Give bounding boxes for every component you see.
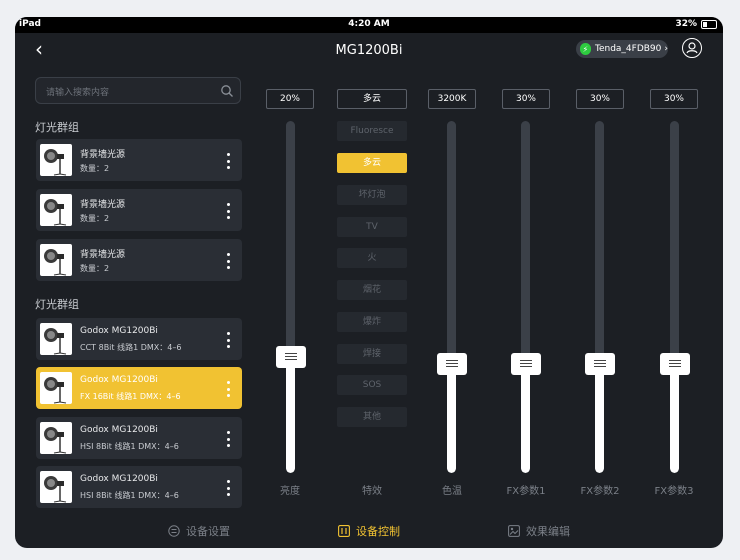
more-options-icon[interactable] bbox=[226, 153, 230, 169]
effect-option-explosion[interactable]: 爆炸 bbox=[337, 312, 407, 332]
item-name: Godox MG1200Bi bbox=[80, 425, 158, 435]
battery-percent: 32% bbox=[675, 19, 697, 29]
effect-label: 特效 bbox=[362, 486, 382, 497]
item-count: 数量：2 bbox=[80, 214, 110, 223]
item-details: HSI 8Bit 线路1 DMX：4–6 bbox=[80, 442, 179, 451]
effect-option-welding[interactable]: 焊接 bbox=[337, 344, 407, 364]
item-count: 数量：2 bbox=[80, 264, 110, 273]
user-icon[interactable] bbox=[682, 38, 702, 58]
wifi-name: Tenda_4FDB90 bbox=[594, 44, 662, 54]
color-temp-value[interactable]: 3200K bbox=[428, 89, 476, 109]
effect-value[interactable]: 多云 bbox=[337, 89, 407, 109]
color-temp-slider-handle[interactable] bbox=[437, 352, 467, 375]
fx-param1-slider-track[interactable] bbox=[521, 121, 530, 473]
fx-param1-slider-fill bbox=[521, 363, 530, 473]
fx-param2-label: FX参数2 bbox=[580, 486, 620, 497]
item-name: Godox MG1200Bi bbox=[80, 474, 158, 484]
light-thumbnail bbox=[40, 323, 72, 355]
group-title: 灯光群组 bbox=[35, 298, 79, 311]
list-item[interactable]: Godox MG1200Bi HSI 8Bit 线路1 DMX：4–6 bbox=[36, 417, 242, 459]
battery-icon bbox=[701, 19, 717, 29]
effect-option-sos[interactable]: SOS bbox=[337, 375, 407, 395]
more-options-icon[interactable] bbox=[226, 431, 230, 447]
bottom-tab-bar: 设备设置 设备控制 效果编辑 bbox=[15, 517, 723, 548]
more-options-icon[interactable] bbox=[226, 480, 230, 496]
fx-param3-label: FX参数3 bbox=[654, 486, 694, 497]
fx-param2-slider-handle[interactable] bbox=[585, 352, 615, 375]
effect-option-fluorescent[interactable]: Fluoresce bbox=[337, 121, 407, 141]
status-bar: iPad 4:20 AM 32% bbox=[15, 17, 723, 33]
wifi-status-icon: ⚡ bbox=[580, 43, 591, 55]
clock: 4:20 AM bbox=[348, 19, 390, 29]
settings-circle-icon bbox=[168, 525, 180, 537]
list-item[interactable]: 背景墙光源 数量：2 bbox=[36, 139, 242, 181]
item-details: HSI 8Bit 线路1 DMX：4–6 bbox=[80, 491, 179, 500]
item-count: 数量：2 bbox=[80, 164, 110, 173]
search-input[interactable]: 请输入搜索内容 bbox=[35, 77, 241, 104]
tab-device-settings[interactable]: 设备设置 bbox=[168, 523, 230, 539]
effect-option-tv[interactable]: TV bbox=[337, 217, 407, 237]
item-details: FX 16Bit 线路1 DMX：4–6 bbox=[80, 392, 181, 401]
list-item[interactable]: 背景墙光源 数量：2 bbox=[36, 189, 242, 231]
item-name: 背景墙光源 bbox=[80, 250, 126, 260]
chevron-right-icon: › bbox=[664, 44, 668, 54]
fx-param1-slider-handle[interactable] bbox=[511, 352, 541, 375]
more-options-icon[interactable] bbox=[226, 332, 230, 348]
light-thumbnail bbox=[40, 194, 72, 226]
fx-param3-slider-fill bbox=[670, 363, 679, 473]
light-thumbnail bbox=[40, 144, 72, 176]
effect-option-cloudy[interactable]: 多云 bbox=[337, 153, 407, 173]
fx-param3-slider-handle[interactable] bbox=[660, 352, 690, 375]
tab-effect-edit[interactable]: 效果编辑 bbox=[508, 523, 570, 539]
effect-option-broken-bulb[interactable]: 坏灯泡 bbox=[337, 185, 407, 205]
battery-status: 32% bbox=[675, 19, 717, 29]
brightness-label: 亮度 bbox=[280, 486, 300, 497]
search-placeholder: 请输入搜索内容 bbox=[46, 88, 110, 98]
effect-option-other[interactable]: 其他 bbox=[337, 407, 407, 427]
color-temp-slider-fill bbox=[447, 363, 456, 473]
app-window: iPad 4:20 AM 32% ‹ MG1200Bi ⚡ Tenda_4FDB… bbox=[15, 17, 723, 548]
fx-param3-value[interactable]: 30% bbox=[650, 89, 698, 109]
tab-label: 设备控制 bbox=[356, 525, 400, 538]
color-temp-slider-track[interactable] bbox=[447, 121, 456, 473]
brightness-slider-fill bbox=[286, 356, 295, 473]
image-edit-icon bbox=[508, 525, 520, 537]
brightness-slider-track[interactable] bbox=[286, 121, 295, 473]
brightness-slider-handle[interactable] bbox=[276, 345, 306, 368]
more-options-icon[interactable] bbox=[226, 203, 230, 219]
effect-option-fire[interactable]: 火 bbox=[337, 248, 407, 268]
fx-param2-slider-track[interactable] bbox=[595, 121, 604, 473]
nav-header: ‹ MG1200Bi ⚡ Tenda_4FDB90 › bbox=[15, 33, 723, 67]
tab-label: 效果编辑 bbox=[526, 525, 570, 538]
color-temp-label: 色温 bbox=[442, 486, 462, 497]
control-panel-icon bbox=[338, 525, 350, 537]
tab-device-control[interactable]: 设备控制 bbox=[338, 523, 400, 539]
fx-param2-value[interactable]: 30% bbox=[576, 89, 624, 109]
search-icon[interactable] bbox=[220, 84, 234, 98]
brightness-value[interactable]: 20% bbox=[266, 89, 314, 109]
list-item-selected[interactable]: Godox MG1200Bi FX 16Bit 线路1 DMX：4–6 bbox=[36, 367, 242, 409]
light-thumbnail bbox=[40, 372, 72, 404]
light-thumbnail bbox=[40, 244, 72, 276]
fx-param2-slider-fill bbox=[595, 363, 604, 473]
item-name: 背景墙光源 bbox=[80, 200, 126, 210]
list-item[interactable]: Godox MG1200Bi CCT 8Bit 线路1 DMX：4–6 bbox=[36, 318, 242, 360]
more-options-icon[interactable] bbox=[226, 381, 230, 397]
effect-option-fireworks[interactable]: 烟花 bbox=[337, 280, 407, 300]
fx-param1-value[interactable]: 30% bbox=[502, 89, 550, 109]
light-thumbnail bbox=[40, 471, 72, 503]
tab-label: 设备设置 bbox=[186, 525, 230, 538]
light-thumbnail bbox=[40, 422, 72, 454]
more-options-icon[interactable] bbox=[226, 253, 230, 269]
fx-param3-slider-track[interactable] bbox=[670, 121, 679, 473]
group-title: 灯光群组 bbox=[35, 121, 79, 134]
wifi-connection-button[interactable]: ⚡ Tenda_4FDB90 › bbox=[576, 40, 668, 58]
list-item[interactable]: 背景墙光源 数量：2 bbox=[36, 239, 242, 281]
item-details: CCT 8Bit 线路1 DMX：4–6 bbox=[80, 343, 182, 352]
item-name: Godox MG1200Bi bbox=[80, 375, 158, 385]
list-item[interactable]: Godox MG1200Bi HSI 8Bit 线路1 DMX：4–6 bbox=[36, 466, 242, 508]
item-name: Godox MG1200Bi bbox=[80, 326, 158, 336]
fx-param1-label: FX参数1 bbox=[506, 486, 546, 497]
item-name: 背景墙光源 bbox=[80, 150, 126, 160]
